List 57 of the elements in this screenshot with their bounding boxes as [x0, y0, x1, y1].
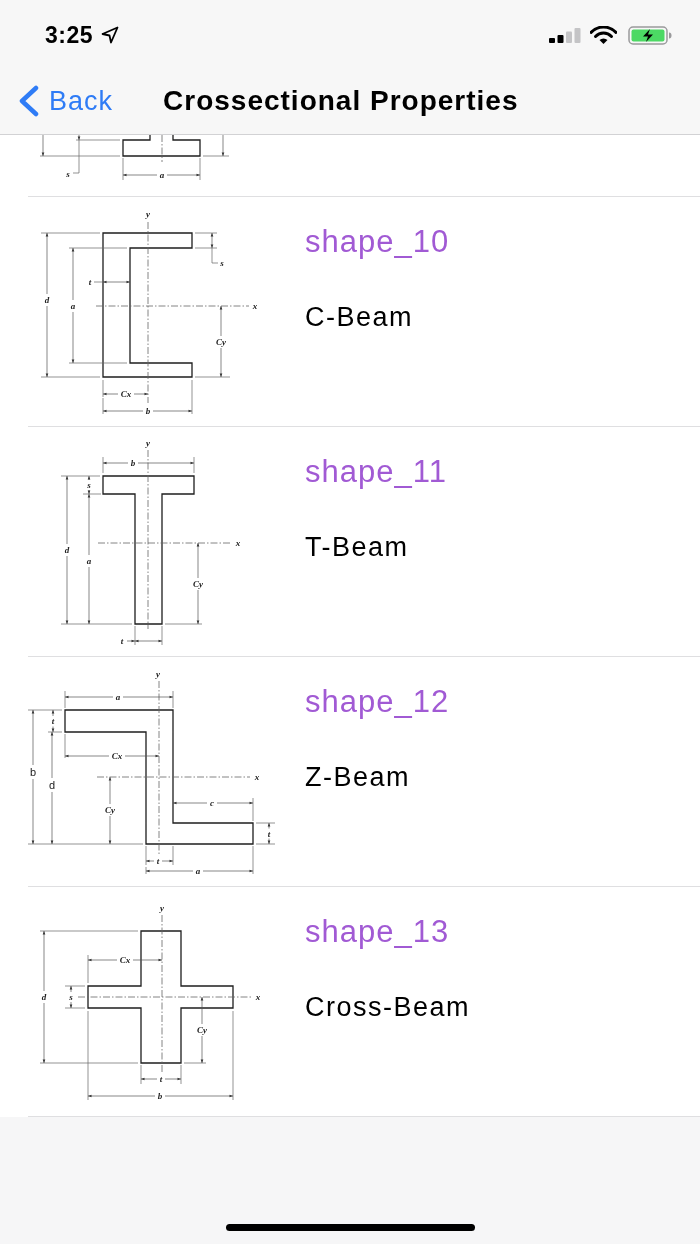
shape-type: T-Beam	[305, 531, 409, 563]
dimension-label: s	[87, 480, 91, 490]
dimension-label: d	[48, 779, 56, 791]
axis-label: y	[146, 438, 150, 448]
dimension-label: t	[156, 856, 160, 866]
dimension-label: Cy	[105, 805, 115, 815]
shape-name: shape_10	[305, 224, 450, 260]
dimension-label: a	[159, 170, 165, 180]
dimension-label: t	[51, 716, 55, 726]
dimension-label: t	[267, 828, 271, 839]
shape-name: shape_11	[305, 454, 447, 490]
signal-icon	[549, 27, 581, 43]
shape-name: shape_13	[305, 914, 450, 950]
dimension-label: s	[66, 169, 70, 179]
dimension-label: Cx	[111, 751, 123, 761]
wifi-icon	[590, 25, 617, 45]
dimension-label: a	[70, 301, 76, 311]
dimension-label: s	[69, 992, 73, 1002]
screen-title: Crossectional Properties	[163, 85, 519, 117]
shape-name: shape_12	[305, 684, 450, 720]
dimension-label: d	[44, 295, 50, 305]
dimension-label: b	[29, 766, 37, 778]
location-arrow-icon	[101, 26, 120, 44]
dimension-label: Cx	[119, 955, 131, 965]
dimension-label: c	[210, 798, 214, 808]
dimension-label: b	[130, 458, 136, 468]
dimension-label: Cx	[120, 389, 132, 399]
shape-type: C-Beam	[305, 301, 414, 333]
axis-label: x	[255, 992, 261, 1002]
center-axis-line	[161, 135, 163, 163]
axis-label: x	[235, 538, 241, 548]
status-time: 3:25	[45, 21, 94, 49]
dimension-label: b	[145, 406, 151, 416]
axis-label: y	[160, 903, 164, 913]
dimension-label: t	[159, 1074, 163, 1084]
dimension-label: a	[86, 556, 92, 566]
shape-type: Cross-Beam	[305, 991, 471, 1023]
back-button[interactable]: Back	[16, 85, 114, 117]
shape-type: Z-Beam	[305, 761, 411, 793]
dimension-label: t	[88, 277, 92, 287]
dimension-line	[194, 232, 219, 264]
dimension-label: Cy	[197, 1025, 207, 1035]
dimension-label: a	[195, 866, 201, 876]
axis-label: x	[254, 772, 260, 782]
dimension-label: t	[120, 636, 124, 646]
shape-list-item[interactable]: s a	[28, 135, 700, 197]
axis-label: y	[156, 669, 160, 679]
battery-charging-icon	[628, 25, 672, 45]
axis-label: y	[146, 209, 150, 219]
dimension-label: a	[115, 692, 121, 702]
dimension-label: b	[157, 1091, 163, 1101]
dimension-label: d	[41, 992, 47, 1002]
dimension-label: Cy	[216, 337, 226, 347]
dimension-label: d	[64, 545, 70, 555]
dimension-label: Cy	[193, 579, 203, 589]
axis-label: x	[252, 301, 258, 311]
dimension-label: s	[220, 258, 224, 268]
